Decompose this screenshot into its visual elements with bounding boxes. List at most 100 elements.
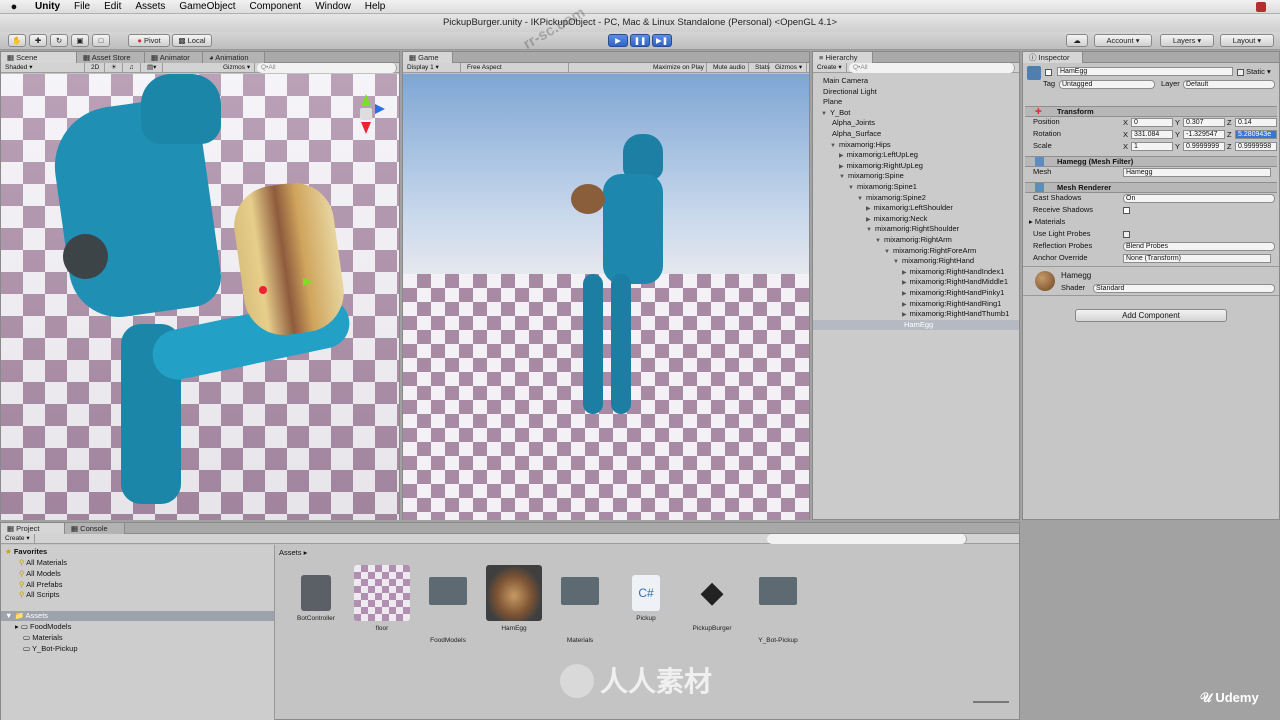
- shading-dropdown[interactable]: Shaded ▾: [1, 63, 85, 73]
- asset-item[interactable]: FoodModels: [417, 565, 479, 644]
- collapsed-arrow-icon[interactable]: ▶: [866, 217, 871, 223]
- gizmo-center[interactable]: [360, 108, 372, 120]
- hierarchy-row[interactable]: ▶ mixamorig:RightHandRing1: [902, 299, 1001, 310]
- menu-assets[interactable]: Assets: [128, 1, 172, 12]
- hierarchy-row[interactable]: ▶ mixamorig:RightHandIndex1: [902, 267, 1004, 278]
- local-button[interactable]: ▩ Local: [172, 34, 212, 47]
- display-dropdown[interactable]: Display 1 ▾: [403, 63, 461, 73]
- pos-y-field[interactable]: 0.307: [1183, 118, 1225, 127]
- scale-tool-icon[interactable]: ▣: [71, 34, 89, 47]
- shader-dropdown[interactable]: Standard: [1093, 284, 1275, 293]
- fav-all-prefabs[interactable]: ⚲ All Prefabs: [19, 580, 62, 590]
- tab-asset-store[interactable]: ▦ Asset Store: [77, 52, 145, 63]
- game-gizmos-dropdown[interactable]: Gizmos ▾: [771, 63, 807, 73]
- hierarchy-row[interactable]: ▼ mixamorig:Spine1: [848, 182, 917, 193]
- collapsed-arrow-icon[interactable]: ▶: [902, 291, 907, 297]
- hierarchy-row[interactable]: ▼ mixamorig:Spine2: [857, 193, 926, 204]
- asset-item[interactable]: ◆ PickupBurger: [681, 565, 743, 632]
- asset-item[interactable]: C# Pickup: [615, 565, 677, 622]
- rect-tool-icon[interactable]: □: [92, 34, 110, 47]
- tree-materials[interactable]: ▭ Materials: [23, 633, 63, 643]
- game-viewport[interactable]: [403, 74, 809, 520]
- asset-item[interactable]: Y_Bot-Pickup: [747, 565, 809, 644]
- hierarchy-row[interactable]: ▼ Y_Bot: [821, 108, 850, 119]
- add-component-button[interactable]: Add Component: [1075, 309, 1227, 322]
- scl-x-field[interactable]: 1: [1131, 142, 1173, 151]
- tag-dropdown[interactable]: Untagged: [1059, 80, 1155, 89]
- asset-item[interactable]: floor: [351, 565, 413, 632]
- axis-x-label[interactable]: X: [1123, 130, 1128, 139]
- menu-gameobject[interactable]: GameObject: [172, 1, 242, 12]
- collapsed-arrow-icon[interactable]: ▶: [839, 164, 844, 170]
- collapsed-arrow-icon[interactable]: ▶: [902, 302, 907, 308]
- hand-tool-icon[interactable]: ✋: [8, 34, 26, 47]
- 2d-toggle[interactable]: 2D: [87, 63, 105, 73]
- asset-item[interactable]: HamEgg: [483, 565, 545, 632]
- fav-all-materials[interactable]: ⚲ All Materials: [19, 558, 67, 568]
- menu-file[interactable]: File: [67, 1, 97, 12]
- scene-gizmos-dropdown[interactable]: Gizmos ▾: [219, 63, 255, 73]
- apple-icon[interactable]: ●: [0, 1, 28, 13]
- scl-y-field[interactable]: 0.9999999: [1183, 142, 1225, 151]
- project-create-dropdown[interactable]: Create ▾: [1, 534, 35, 544]
- hierarchy-row[interactable]: Plane: [823, 97, 842, 107]
- reflection-probes-dropdown[interactable]: Blend Probes: [1123, 242, 1275, 251]
- hierarchy-row[interactable]: ▶ mixamorig:RightHandThumb1: [902, 309, 1009, 320]
- static-toggle[interactable]: Static ▾: [1237, 67, 1271, 76]
- tab-scene[interactable]: ▦ Scene: [1, 52, 77, 63]
- axis-z-label[interactable]: Z: [1227, 130, 1232, 139]
- gizmo-z-axis[interactable]: [375, 104, 385, 114]
- hierarchy-search-input[interactable]: Q•All: [849, 63, 1015, 73]
- expanded-arrow-icon[interactable]: ▼: [821, 111, 827, 117]
- tab-project[interactable]: ▦ Project: [1, 523, 65, 534]
- active-checkbox[interactable]: [1045, 68, 1052, 77]
- layout-dropdown[interactable]: Layout ▾: [1220, 34, 1274, 47]
- receive-shadows-checkbox[interactable]: [1123, 206, 1130, 215]
- gizmo-x-axis[interactable]: [361, 122, 371, 134]
- tab-animator[interactable]: ▦ Animator: [145, 52, 203, 63]
- hierarchy-row[interactable]: ▼ mixamorig:Spine: [839, 171, 904, 182]
- aspect-dropdown[interactable]: Free Aspect: [463, 63, 569, 73]
- hierarchy-row[interactable]: ▼ mixamorig:RightShoulder: [866, 224, 959, 235]
- expanded-arrow-icon[interactable]: ▼: [848, 185, 854, 191]
- object-name-field[interactable]: HamEgg: [1057, 67, 1233, 76]
- tab-game[interactable]: ▦ Game: [403, 52, 453, 63]
- mesh-field[interactable]: Hamegg: [1123, 168, 1271, 177]
- assets-root[interactable]: ▼ 📁 Assets: [1, 611, 274, 621]
- step-button[interactable]: ▶❚: [652, 34, 672, 47]
- expanded-arrow-icon[interactable]: ▼: [830, 143, 836, 149]
- axis-z-label[interactable]: Z: [1227, 142, 1232, 151]
- move-tool-icon[interactable]: ✚: [29, 34, 47, 47]
- hierarchy-row[interactable]: ▶ mixamorig:RightUpLeg: [839, 161, 923, 172]
- scene-search-input[interactable]: Q•All: [257, 63, 397, 73]
- tab-inspector[interactable]: ⓘ Inspector: [1023, 52, 1083, 63]
- hierarchy-row[interactable]: ▶ mixamorig:LeftUpLeg: [839, 150, 918, 161]
- expanded-arrow-icon[interactable]: ▼: [839, 174, 845, 180]
- axis-y-label[interactable]: Y: [1175, 130, 1180, 139]
- rot-z-field[interactable]: 5.280943e: [1235, 130, 1277, 139]
- menu-unity[interactable]: Unity: [28, 1, 67, 12]
- cast-shadows-dropdown[interactable]: On: [1123, 194, 1275, 203]
- collapsed-arrow-icon[interactable]: ▶: [902, 312, 907, 318]
- hierarchy-row[interactable]: ▼ mixamorig:RightArm: [875, 235, 952, 246]
- menu-edit[interactable]: Edit: [97, 1, 128, 12]
- project-search-input[interactable]: [767, 534, 967, 544]
- hierarchy-row[interactable]: ▶ mixamorig:RightHandMiddle1: [902, 277, 1008, 288]
- hierarchy-row[interactable]: Directional Light: [823, 87, 877, 97]
- layers-dropdown[interactable]: Layers ▾: [1160, 34, 1214, 47]
- scene-viewport[interactable]: [1, 74, 399, 520]
- rotate-tool-icon[interactable]: ↻: [50, 34, 68, 47]
- asset-item[interactable]: BotController: [285, 565, 347, 622]
- hierarchy-row[interactable]: ▶ mixamorig:RightHandPinky1: [902, 288, 1004, 299]
- mute-audio-toggle[interactable]: Mute audio: [709, 63, 749, 73]
- status-icon[interactable]: [1256, 2, 1266, 12]
- materials-foldout[interactable]: ▸ Materials: [1029, 217, 1065, 227]
- rot-x-field[interactable]: 331.084: [1131, 130, 1173, 139]
- hierarchy-row[interactable]: ▼ mixamorig:Hips: [830, 140, 891, 151]
- cloud-button[interactable]: ☁: [1066, 34, 1088, 47]
- effects-icon[interactable]: ▤▾: [143, 63, 163, 73]
- hierarchy-row[interactable]: Alpha_Joints: [832, 118, 875, 128]
- axis-y-label[interactable]: Y: [1175, 118, 1180, 127]
- menu-component[interactable]: Component: [243, 1, 309, 12]
- fav-all-models[interactable]: ⚲ All Models: [19, 569, 61, 579]
